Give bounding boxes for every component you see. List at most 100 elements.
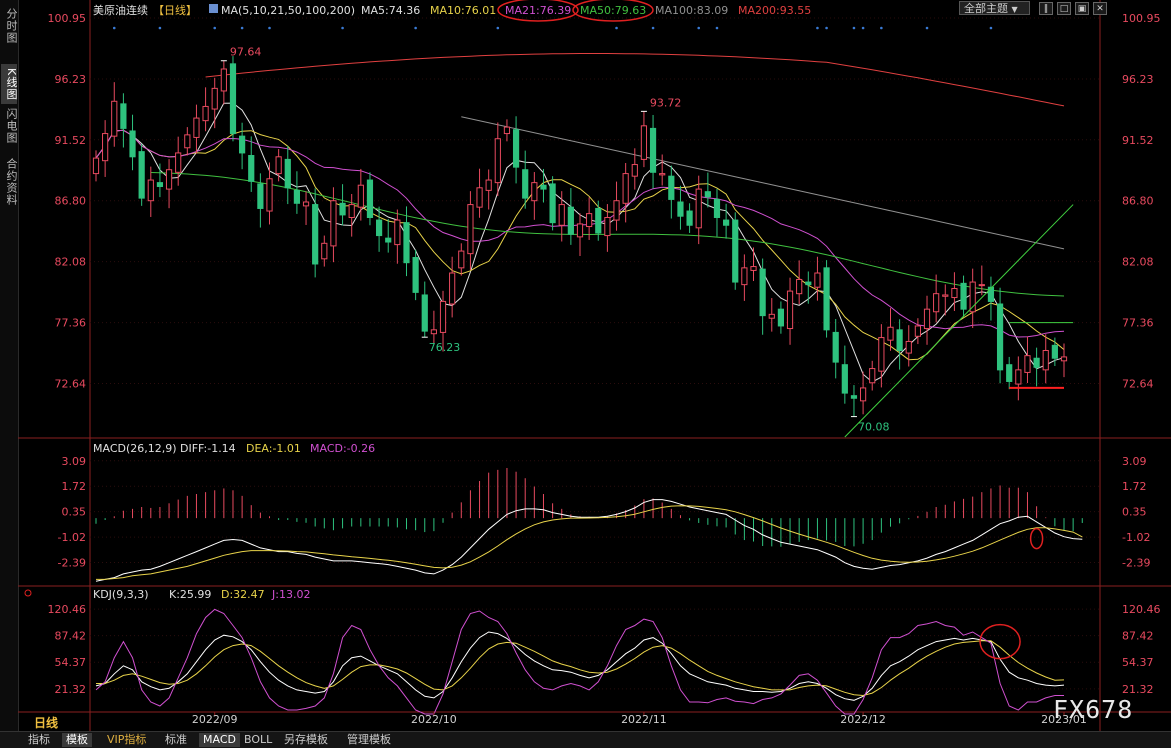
- candle-body: [933, 293, 940, 313]
- candle-body: [622, 173, 629, 204]
- close-icon[interactable]: ✕: [1093, 2, 1107, 15]
- candle-body: [330, 200, 337, 247]
- macd-tick-left: -2.39: [58, 557, 86, 570]
- candle-body: [138, 151, 145, 199]
- kdj-k: K:25.99: [169, 588, 211, 601]
- signal-dot: [112, 26, 116, 30]
- candle-body: [996, 303, 1004, 371]
- candle-body: [695, 188, 702, 229]
- candle-body: [558, 204, 565, 226]
- candle-body: [1015, 369, 1022, 385]
- candle-body: [156, 182, 164, 188]
- left-tab-intraday[interactable]: 分时图: [1, 6, 18, 46]
- candle-body: [1033, 357, 1040, 368]
- left-tab-flash[interactable]: 闪电图: [1, 106, 18, 146]
- price-tick-right: 86.80: [1122, 195, 1154, 208]
- kdj-title: KDJ(9,3,3): [93, 588, 149, 601]
- candle-body: [942, 294, 949, 297]
- candle-body: [531, 182, 538, 202]
- candle-body: [321, 242, 328, 260]
- chart-area[interactable]: 100.95 100.95 96.23 96.23 91.52 91.52 86.80 86.…: [18, 0, 1171, 731]
- tab-template[interactable]: 模板: [62, 733, 92, 747]
- candle-body: [869, 368, 876, 384]
- tab-vip-indicator[interactable]: VIP指标: [103, 733, 150, 747]
- signal-dot: [852, 26, 856, 30]
- candle-body: [823, 267, 830, 331]
- candle-body: [732, 219, 739, 283]
- instrument-name: 美原油连续: [93, 3, 148, 17]
- kdj-line-k: [95, 631, 1065, 701]
- settings-icon: [24, 589, 32, 597]
- candle-body: [841, 364, 848, 394]
- candle-body: [467, 204, 474, 255]
- left-tab-contract-info[interactable]: 合约资料: [1, 154, 18, 210]
- macd-tick-left: -1.02: [58, 531, 86, 544]
- collapse-icon[interactable]: ‖: [1039, 2, 1053, 15]
- ma-title: MA(5,10,21,50,100,200): [221, 4, 355, 17]
- candle-body: [905, 340, 912, 354]
- candle-body: [640, 125, 648, 160]
- signal-dot: [341, 26, 344, 30]
- candle-body: [385, 237, 392, 243]
- candle-body: [805, 281, 812, 286]
- trendline-support: [844, 204, 1074, 438]
- candle-body: [750, 266, 757, 271]
- maximize-icon[interactable]: ▣: [1075, 2, 1089, 15]
- candle-body: [960, 282, 967, 310]
- candle-body: [649, 127, 657, 173]
- ma-value-2: MA21:76.39: [505, 4, 571, 17]
- price-tick-left: 82.08: [55, 256, 87, 269]
- tab-boll[interactable]: BOLL: [240, 733, 276, 747]
- candle-body: [202, 105, 209, 122]
- candle-body: [878, 337, 885, 372]
- kdj-tick-left: 54.37: [55, 656, 87, 669]
- price-tick-left: 86.80: [55, 195, 87, 208]
- candle-body: [832, 331, 839, 363]
- signal-dot: [989, 26, 993, 30]
- tab-macd[interactable]: MACD: [199, 733, 240, 747]
- fx678-watermark: FX678: [1053, 695, 1134, 724]
- candle-body: [458, 250, 465, 269]
- macd-tick-right: -1.02: [1122, 531, 1150, 544]
- tab-save-template[interactable]: 另存模板: [280, 733, 332, 747]
- candle-body: [494, 138, 501, 184]
- candle-body: [111, 100, 118, 137]
- candle-body: [951, 288, 958, 299]
- candle-body: [768, 313, 775, 319]
- tab-manage-template[interactable]: 管理模板: [343, 733, 395, 747]
- candle-body: [503, 126, 511, 135]
- candle-body: [275, 156, 282, 175]
- price-tick-right: 100.95: [1122, 12, 1161, 25]
- candle-body: [449, 272, 456, 305]
- theme-select[interactable]: 全部主题 ▼: [959, 1, 1030, 15]
- candle-body: [412, 257, 419, 293]
- low-label: 70.08: [858, 421, 890, 434]
- ma-value-3: MA50:79.63: [580, 4, 646, 17]
- macd-tick-right: 0.35: [1122, 506, 1147, 519]
- tab-standard[interactable]: 标准: [161, 733, 191, 747]
- macd-dea: DEA:-1.01: [246, 442, 301, 455]
- candle-body: [348, 204, 355, 218]
- chevron-down-icon: ▼: [1011, 5, 1018, 14]
- candle-body: [677, 201, 684, 217]
- candle-body: [512, 129, 520, 168]
- candle-body: [522, 169, 529, 199]
- window-icon[interactable]: □: [1057, 2, 1071, 15]
- signal-dot: [213, 26, 217, 30]
- tab-indicator[interactable]: 指标: [24, 733, 54, 747]
- candle-body: [850, 395, 858, 399]
- candle-body: [704, 191, 711, 198]
- kdj-j: J:13.02: [271, 588, 310, 601]
- price-tick-right: 91.52: [1122, 134, 1154, 147]
- high-label: 93.72: [650, 96, 682, 109]
- candle-body: [394, 219, 401, 246]
- ma-value-0: MA5:74.36: [361, 4, 420, 17]
- candle-body: [92, 157, 100, 175]
- candle-body: [1042, 349, 1049, 371]
- macd-diff: DIFF:-1.14: [180, 442, 236, 455]
- period-label: 日线: [34, 716, 59, 730]
- left-tab-kline[interactable]: K线图: [1, 64, 18, 104]
- high-label: 97.64: [230, 46, 262, 59]
- candle-body: [293, 189, 301, 204]
- macd-tick-left: 0.35: [62, 506, 87, 519]
